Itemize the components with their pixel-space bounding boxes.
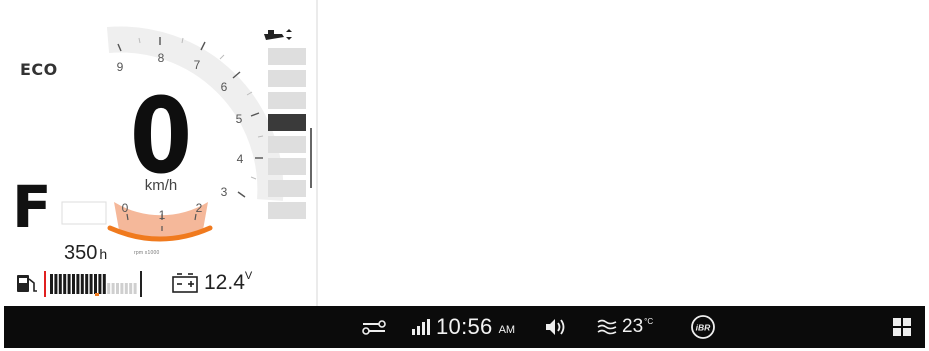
fuel-icon: [17, 275, 37, 292]
fuel-segment: [58, 274, 62, 294]
rpm-label-9: 9: [117, 60, 124, 74]
trim-segment: [268, 92, 306, 109]
battery-icon: [172, 273, 198, 293]
trim-icon: [264, 29, 292, 40]
fuel-segment: [98, 274, 102, 294]
rpm-label-0: 0: [122, 201, 129, 215]
trim-gauge: [268, 48, 312, 219]
trim-scrollbar: [310, 128, 312, 188]
gear-indicator: F: [12, 173, 52, 241]
clock-ampm: AM: [498, 324, 516, 336]
volume-icon[interactable]: [544, 306, 568, 348]
panel-divider: [316, 0, 318, 306]
engine-hours-unit: h: [99, 246, 108, 262]
trim-segment: [268, 114, 306, 131]
water-temp-value: 23: [622, 316, 644, 337]
fuel-segment: [54, 274, 58, 294]
battery-voltage: 12.4V: [204, 270, 253, 295]
fuel-segment: [72, 274, 75, 294]
speed-readout: 0: [129, 75, 193, 197]
apps-grid-icon[interactable]: [892, 306, 912, 348]
trim-segment: [268, 158, 306, 175]
clock-time: 10:56: [436, 314, 493, 339]
fuel-segment: [76, 274, 80, 294]
ibr-label: iBR: [696, 323, 712, 333]
trim-segment: [268, 180, 306, 197]
speed-unit: km/h: [144, 177, 178, 194]
fuel-segment: [129, 283, 133, 294]
battery-voltage-unit: V: [244, 270, 253, 282]
fuel-segment: [102, 274, 106, 294]
fuel-segment: [124, 283, 128, 294]
riding-mode-label: ECO: [20, 60, 58, 79]
fuel-segment: [111, 283, 115, 294]
trim-segment: [268, 136, 306, 153]
fuel-gauge: [44, 271, 142, 297]
rpm-label-4: 4: [237, 152, 244, 166]
fuel-segment: [67, 274, 71, 294]
fuel-segment: [120, 283, 124, 294]
dashboard-panel: 9 8 7 6 5 4 3 0 1 2 ECO 0 km/h F 350 h r…: [0, 0, 318, 306]
fuel-segment: [50, 274, 53, 294]
rpm-label-7: 7: [194, 58, 201, 72]
battery-voltage-value: 12.4: [204, 271, 245, 294]
status-bar: 10:56 AM 23 °C iBR: [4, 306, 925, 348]
fuel-segment: [63, 274, 67, 294]
fuel-segment: [80, 274, 84, 294]
traction-icon[interactable]: [361, 306, 387, 348]
rpm-label-5: 5: [236, 112, 243, 126]
fuel-segment: [116, 283, 119, 294]
gear-indicator-bar: [61, 201, 107, 225]
clock: 10:56 AM: [436, 306, 515, 348]
trim-segment: [268, 70, 306, 87]
fuel-segment: [89, 274, 93, 294]
engine-hours: 350 h: [64, 242, 107, 265]
fuel-segment: [107, 283, 111, 294]
engine-hours-value: 350: [64, 242, 98, 264]
water-temp-unit: °C: [644, 316, 654, 326]
rpm-caption: rpm x1000: [134, 250, 160, 256]
fuel-segment: [85, 274, 89, 294]
trim-segment: [268, 202, 306, 219]
rpm-label-2: 2: [196, 201, 203, 215]
water-temperature: 23 °C: [622, 306, 653, 348]
ibr-icon[interactable]: iBR: [690, 306, 716, 348]
trim-segment: [268, 48, 306, 65]
rpm-label-8: 8: [158, 51, 165, 65]
fuel-segment: [94, 274, 97, 294]
water-temp-icon: [596, 306, 618, 348]
signal-icon: [411, 306, 431, 348]
rpm-label-3: 3: [221, 185, 228, 199]
rpm-label-6: 6: [221, 80, 228, 94]
fuel-segment: [133, 283, 137, 294]
rpm-label-1: 1: [159, 208, 166, 222]
